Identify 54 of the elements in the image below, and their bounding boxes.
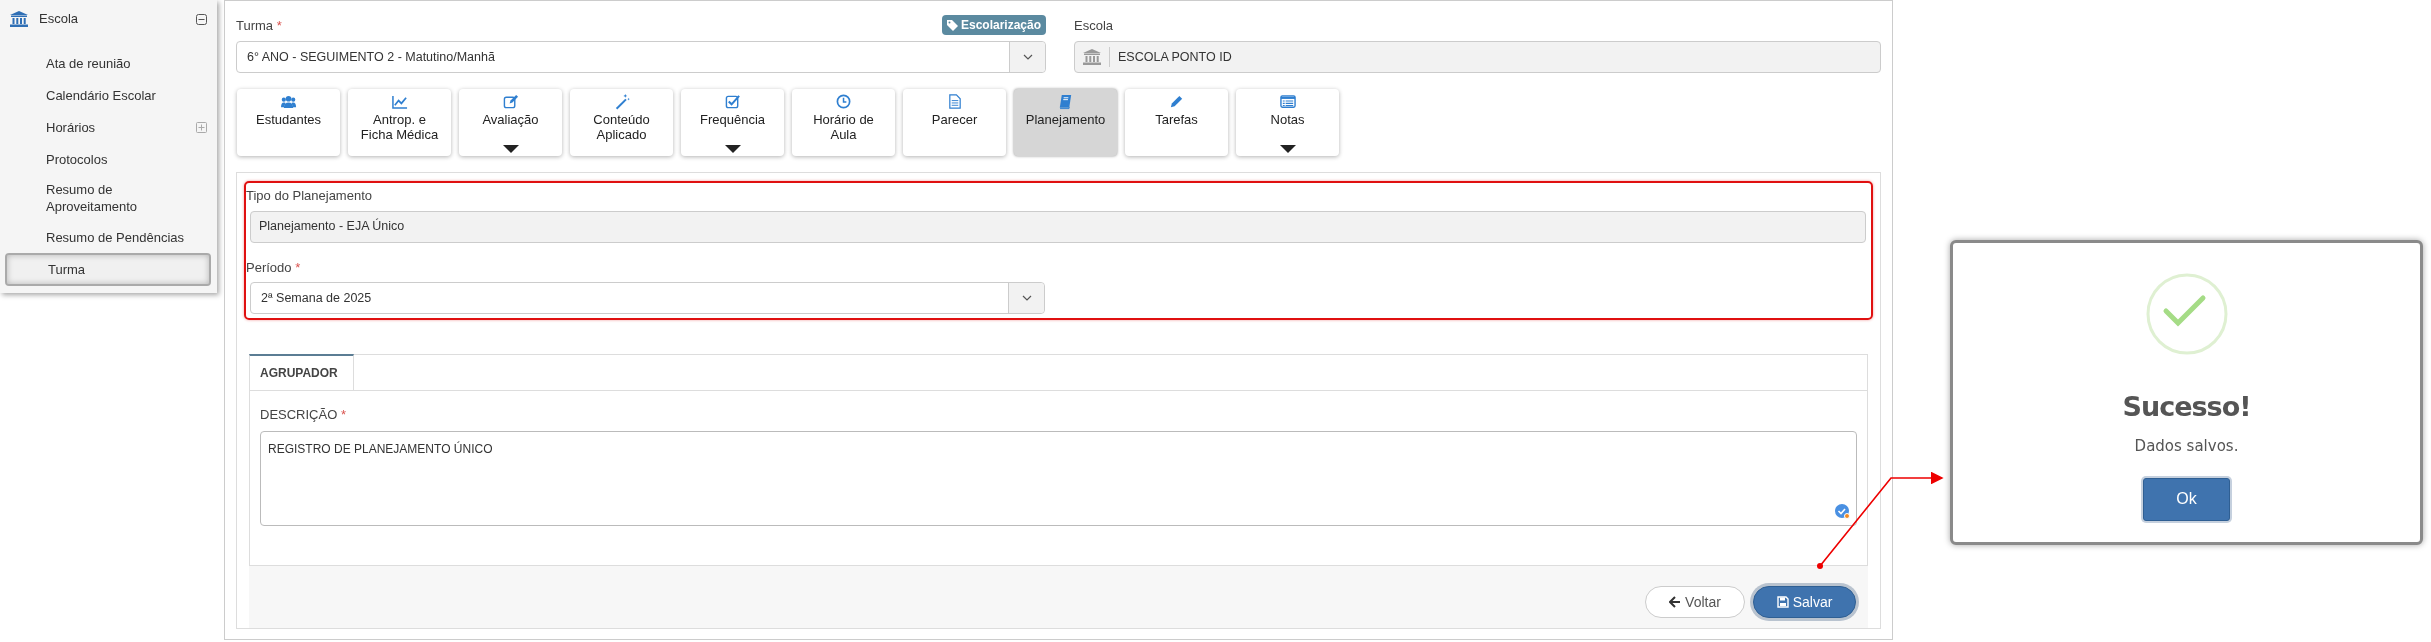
- tab-button[interactable]: Frequência: [681, 89, 784, 156]
- sidebar-section-title[interactable]: Escola: [39, 9, 196, 29]
- clock-icon: [835, 94, 852, 110]
- tag-icon: [946, 19, 958, 31]
- sidebar-item[interactable]: Resumo de Aproveitamento: [5, 175, 180, 221]
- tab-button[interactable]: Parecer: [903, 89, 1006, 156]
- book-icon: [1057, 94, 1074, 110]
- description-field[interactable]: REGISTRO DE PLANEJAMENTO ÚNICO: [260, 430, 1857, 526]
- tab-button[interactable]: Estudantes: [237, 89, 340, 156]
- tab-button[interactable]: Tarefas: [1125, 89, 1228, 156]
- school-field: ESCOLA PONTO ID: [1074, 41, 1881, 73]
- success-check-icon: [2145, 273, 2228, 355]
- ok-button[interactable]: Ok: [2143, 477, 2230, 521]
- sidebar-item[interactable]: Protocolos: [5, 143, 211, 175]
- save-button[interactable]: Salvar: [1753, 586, 1856, 618]
- save-icon: [1776, 596, 1789, 608]
- bank-icon: [10, 11, 28, 27]
- planning-type-field: Planejamento - EJA Único: [250, 210, 1866, 243]
- check-badge-icon: [1834, 502, 1850, 519]
- back-button[interactable]: Voltar: [1645, 586, 1745, 618]
- field-label: Turma *: [236, 16, 282, 35]
- field-label: Período *: [246, 259, 301, 275]
- magic-wand-icon: [613, 94, 630, 110]
- tab-button[interactable]: Planejamento: [1014, 89, 1117, 156]
- sidebar-item[interactable]: Turma: [5, 253, 211, 286]
- sidebar-item[interactable]: Ata de reunião: [5, 47, 211, 79]
- tag-badge: Escolarização: [941, 15, 1046, 35]
- field-label: Escola: [1074, 16, 1114, 35]
- tab-button[interactable]: Notas: [1236, 89, 1339, 156]
- sidebar-item[interactable]: Resumo de Pendências: [5, 221, 211, 253]
- people-icon: [280, 94, 297, 110]
- field-label: Tipo do Planejamento: [246, 188, 372, 203]
- tab-button[interactable]: Conteúdo Aplicado: [570, 89, 673, 156]
- sidebar-item[interactable]: Horários: [5, 111, 211, 143]
- field-label: DESCRIÇÃO *: [260, 407, 346, 422]
- class-select[interactable]: 6° ANO - SEGUIMENTO 2 - Matutino/Manhã: [236, 41, 1046, 73]
- list-icon: [1279, 94, 1296, 110]
- bank-icon: [1083, 49, 1101, 65]
- tab-button[interactable]: Antrop. e Ficha Médica: [348, 89, 451, 156]
- chevron-down-icon: [1022, 54, 1033, 60]
- panel-tab[interactable]: AGRUPADOR: [249, 354, 354, 390]
- edit-icon: [502, 94, 519, 110]
- sidebar-item[interactable]: Calendário Escolar: [5, 79, 211, 111]
- period-select[interactable]: 2ª Semana de 2025: [250, 282, 1045, 314]
- tab-button[interactable]: Horário de Aula: [792, 89, 895, 156]
- document-icon: [946, 94, 963, 110]
- arrow-left-icon: [1669, 596, 1682, 608]
- pencil-icon: [1168, 94, 1185, 110]
- checkbox-icon: [724, 94, 741, 110]
- tab-button[interactable]: Avaliação: [459, 89, 562, 156]
- dialog-message: Dados salvos.: [2134, 436, 2239, 458]
- chevron-down-icon: [1021, 295, 1032, 301]
- line-chart-icon: [391, 94, 408, 110]
- dialog-title: Sucesso!: [2122, 391, 2251, 424]
